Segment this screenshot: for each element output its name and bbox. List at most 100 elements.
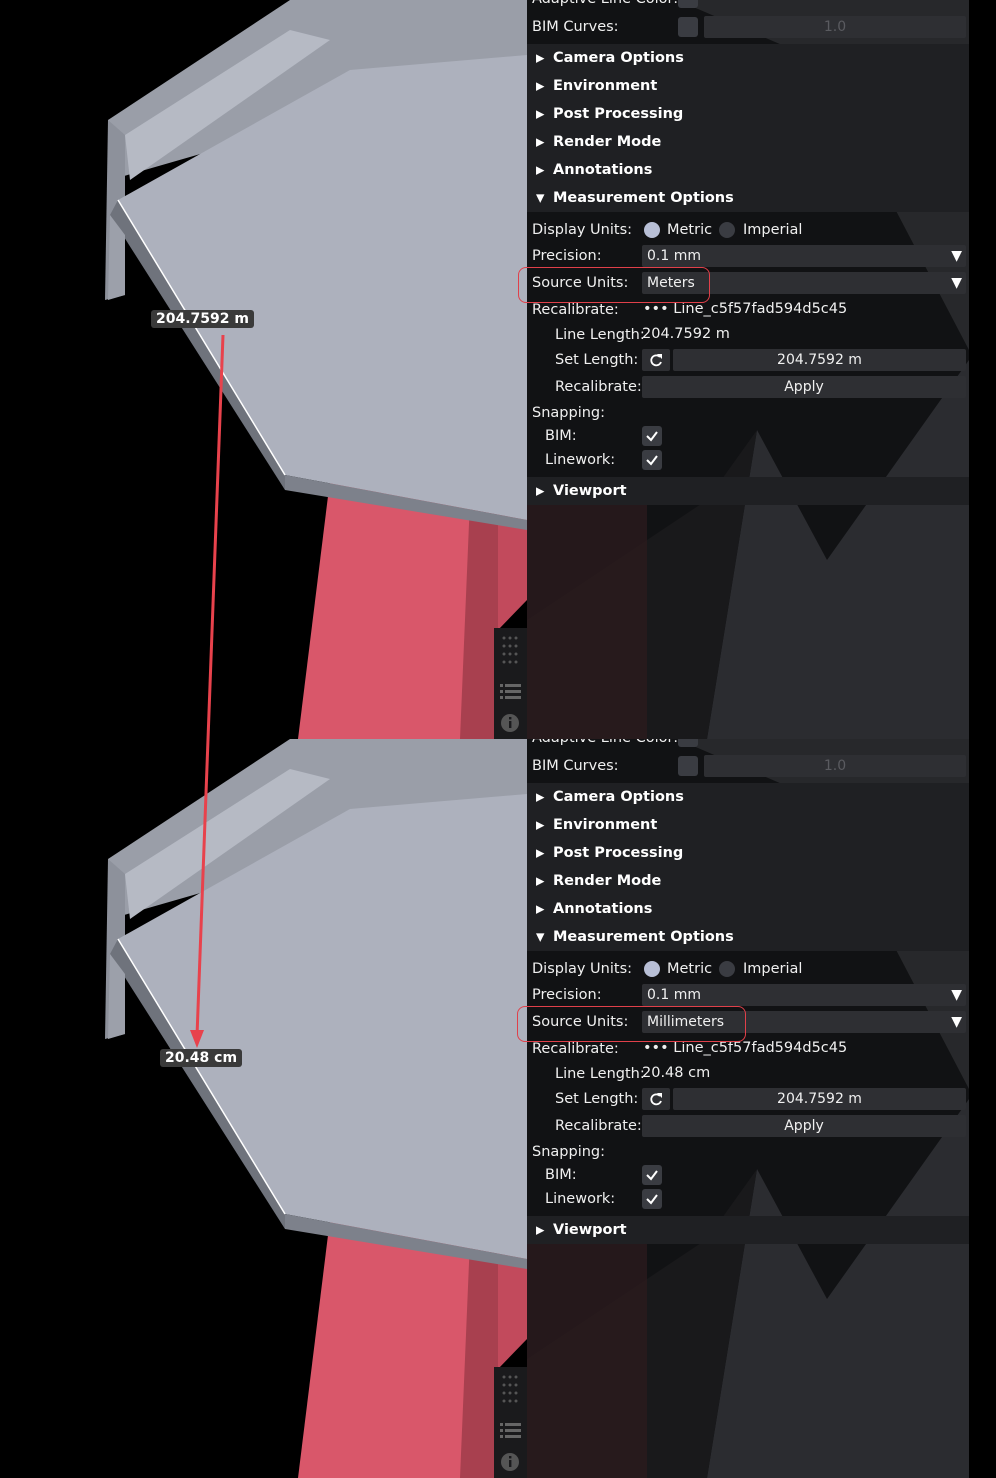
section-measurement-options[interactable]: ▼ Measurement Options [527, 923, 969, 951]
adaptive-line-color-row: Adaptive Line Color: [527, 739, 969, 749]
3d-viewport[interactable] [0, 739, 527, 1478]
snap-bim-label: BIM: [545, 1167, 577, 1183]
snap-bim-checkbox[interactable] [642, 1165, 662, 1185]
section-environment[interactable]: ▶ Environment [527, 72, 969, 100]
section-viewport[interactable]: ▶ Viewport [527, 1216, 969, 1244]
bim-curves-row: BIM Curves: 1.0 [527, 755, 969, 777]
adaptive-line-color-checkbox[interactable] [678, 739, 698, 747]
dropdown-arrow-icon: ▼ [951, 275, 962, 291]
info-icon[interactable] [501, 1453, 519, 1471]
precision-row: Precision: 0.1 mm ▼ [527, 984, 969, 1006]
precision-select[interactable]: 0.1 mm ▼ [642, 984, 966, 1006]
refresh-button[interactable] [642, 1088, 670, 1110]
section-camera-options[interactable]: ▶ Camera Options [527, 44, 969, 72]
dropdown-arrow-icon: ▼ [951, 987, 962, 1003]
snapping-row: Snapping: [527, 402, 969, 424]
bottom-viewer-pane: Adaptive Line Color: BIM Curves: 1.0 ▶ C… [0, 739, 996, 1478]
adaptive-line-color-checkbox[interactable] [678, 0, 698, 8]
triangle-right-icon: ▶ [536, 163, 545, 177]
display-units-label: Display Units: [532, 222, 633, 238]
source-units-highlight [518, 267, 710, 303]
snap-bim-label: BIM: [545, 428, 577, 444]
set-length-input[interactable]: 204.7592 m [673, 349, 966, 371]
section-post-processing[interactable]: ▶ Post Processing [527, 839, 969, 867]
checkmark-icon [646, 455, 658, 466]
top-viewer-pane: Adaptive Line Color: BIM Curves: 1.0 ▶ C… [0, 0, 996, 739]
bim-curves-value[interactable]: 1.0 [704, 755, 966, 777]
triangle-right-icon: ▶ [536, 107, 545, 121]
snapping-row: Snapping: [527, 1141, 969, 1163]
imperial-radio[interactable] [719, 961, 735, 977]
recalibrate-label: Recalibrate: [532, 302, 619, 318]
section-annotations[interactable]: ▶ Annotations [527, 156, 969, 184]
precision-select[interactable]: 0.1 mm ▼ [642, 245, 966, 267]
viewer-toolbar [494, 628, 527, 739]
section-render-mode[interactable]: ▶ Render Mode [527, 867, 969, 895]
section-annotations[interactable]: ▶ Annotations [527, 895, 969, 923]
line-length-value: 204.7592 m [642, 326, 730, 342]
section-post-processing[interactable]: ▶ Post Processing [527, 100, 969, 128]
metric-label: Metric [667, 961, 713, 977]
set-length-row: Set Length: 204.7592 m [527, 1088, 969, 1110]
metric-label: Metric [667, 222, 713, 238]
display-units-row: Display Units: Metric Imperial [527, 218, 969, 242]
triangle-down-icon: ▼ [536, 191, 545, 205]
apply-button[interactable]: Apply [642, 1115, 966, 1137]
bim-curves-value[interactable]: 1.0 [704, 16, 966, 38]
snap-linework-checkbox[interactable] [642, 450, 662, 470]
set-length-input[interactable]: 204.7592 m [673, 1088, 966, 1110]
line-length-label: Line Length: [555, 327, 645, 343]
precision-label: Precision: [532, 987, 602, 1003]
section-environment[interactable]: ▶ Environment [527, 811, 969, 839]
refresh-button[interactable] [642, 349, 670, 371]
dropdown-arrow-icon: ▼ [951, 248, 962, 264]
triangle-right-icon: ▶ [536, 902, 545, 916]
section-render-mode[interactable]: ▶ Render Mode [527, 128, 969, 156]
bim-curves-label: BIM Curves: [532, 19, 619, 35]
apply-button[interactable]: Apply [642, 376, 966, 398]
triangle-right-icon: ▶ [536, 51, 545, 65]
3d-viewport[interactable] [0, 0, 527, 739]
section-camera-options[interactable]: ▶ Camera Options [527, 783, 969, 811]
adaptive-line-color-row: Adaptive Line Color: [527, 0, 969, 10]
checkmark-icon [646, 1170, 658, 1181]
precision-row: Precision: 0.1 mm ▼ [527, 245, 969, 267]
triangle-right-icon: ▶ [536, 484, 545, 498]
metric-radio[interactable] [644, 222, 660, 238]
snapping-label: Snapping: [532, 405, 605, 421]
line-length-row: Line Length: 20.48 cm [527, 1063, 969, 1085]
triangle-right-icon: ▶ [536, 1223, 545, 1237]
adaptive-line-color-label: Adaptive Line Color: [532, 739, 678, 746]
snap-bim-checkbox[interactable] [642, 426, 662, 446]
source-units-highlight [517, 1006, 746, 1042]
refresh-icon [650, 1093, 662, 1106]
snap-linework-label: Linework: [545, 1191, 616, 1207]
display-units-row: Display Units: Metric Imperial [527, 957, 969, 981]
bim-curves-checkbox[interactable] [678, 756, 698, 776]
info-icon[interactable] [501, 714, 519, 732]
line-length-row: Line Length: 204.7592 m [527, 324, 969, 346]
snap-linework-row: Linework: [527, 1188, 969, 1210]
section-measurement-options[interactable]: ▼ Measurement Options [527, 184, 969, 212]
recalibrate-line-picker[interactable]: ••• Line_c5f57fad594d5c45 [643, 301, 847, 317]
viewer-toolbar [494, 1367, 527, 1478]
recalibrate-line-picker[interactable]: ••• Line_c5f57fad594d5c45 [643, 1040, 847, 1056]
line-length-label: Line Length: [555, 1066, 645, 1082]
measurement-label[interactable]: 204.7592 m [151, 310, 254, 328]
measurement-label[interactable]: 20.48 cm [160, 1049, 243, 1067]
snap-linework-checkbox[interactable] [642, 1189, 662, 1209]
bim-curves-checkbox[interactable] [678, 17, 698, 37]
metric-radio[interactable] [644, 961, 660, 977]
checkmark-icon [646, 1194, 658, 1205]
section-viewport[interactable]: ▶ Viewport [527, 477, 969, 505]
set-length-label: Set Length: [555, 352, 639, 368]
recalibrate-apply-label: Recalibrate: [555, 379, 642, 395]
checkmark-icon [646, 431, 658, 442]
imperial-label: Imperial [743, 961, 803, 977]
recalibrate-apply-label: Recalibrate: [555, 1118, 642, 1134]
dropdown-arrow-icon: ▼ [951, 1014, 962, 1030]
triangle-right-icon: ▶ [536, 846, 545, 860]
snap-bim-row: BIM: [527, 1164, 969, 1186]
imperial-radio[interactable] [719, 222, 735, 238]
set-length-label: Set Length: [555, 1091, 639, 1107]
